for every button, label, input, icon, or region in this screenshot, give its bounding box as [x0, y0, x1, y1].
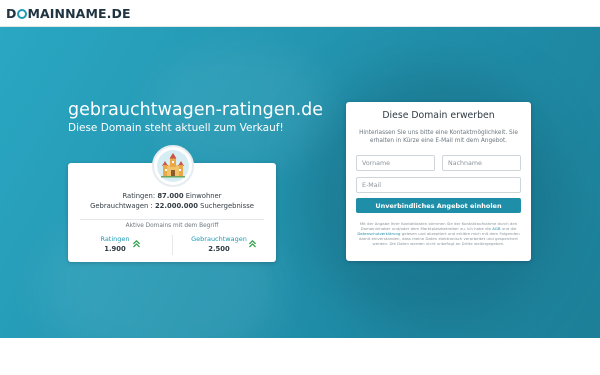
- last-name-input[interactable]: [442, 155, 521, 171]
- form-title: Diese Domain erwerben: [382, 110, 495, 121]
- stat-keyword-label: Gebrauchtwagen :: [90, 202, 153, 210]
- get-offer-button[interactable]: Unverbindliches Angebot einholen: [356, 198, 521, 213]
- top-bar: D MAINNAME.DE: [0, 0, 600, 27]
- logo-prefix: D: [6, 6, 17, 21]
- logo-text: MAINNAME.DE: [27, 6, 131, 21]
- stat-keyword-unit: Suchergebnisse: [200, 202, 254, 210]
- stat-city-value: 87.000: [157, 192, 184, 200]
- stat-city: Ratingen: 87.000 Einwohner: [68, 191, 276, 201]
- keyword-count: 2.500: [208, 245, 230, 253]
- divider: [80, 219, 264, 220]
- double-chevron-up-icon: [133, 240, 140, 248]
- stat-keyword-value: 22.000.000: [154, 202, 198, 210]
- keyword-name[interactable]: Gebrauchtwagen: [184, 235, 254, 243]
- purchase-form-card: Diese Domain erwerben Hinterlassen Sie u…: [346, 102, 531, 261]
- email-input[interactable]: [356, 177, 521, 193]
- stat-keyword: Gebrauchtwagen : 22.000.000 Suchergebnis…: [68, 201, 276, 211]
- domain-title: gebrauchtwagen-ratingen.de: [68, 100, 324, 120]
- keyword-separator: [172, 235, 173, 255]
- form-description: Hinterlassen Sie uns bitte eine Kontaktm…: [359, 130, 518, 144]
- legal-notice: Mit der Angabe Ihrer Kontaktdaten stimme…: [356, 221, 521, 246]
- domain-subtitle: Diese Domain steht aktuell zum Verkauf!: [68, 122, 284, 134]
- active-domains-label: Aktive Domains mit dem Begriff: [125, 223, 219, 229]
- stats: Ratingen: 87.000 Einwohner Gebrauchtwage…: [68, 191, 276, 211]
- logo[interactable]: D MAINNAME.DE: [6, 6, 131, 21]
- first-name-input[interactable]: [356, 155, 435, 171]
- keyword-gebrauchtwagen[interactable]: Gebrauchtwagen 2.500: [184, 235, 254, 253]
- stat-city-label: Ratingen:: [122, 192, 156, 200]
- town-hall-icon: [152, 145, 194, 187]
- double-chevron-up-icon: [249, 240, 256, 248]
- stat-city-unit: Einwohner: [185, 192, 222, 200]
- logo-ring-icon: [16, 9, 27, 19]
